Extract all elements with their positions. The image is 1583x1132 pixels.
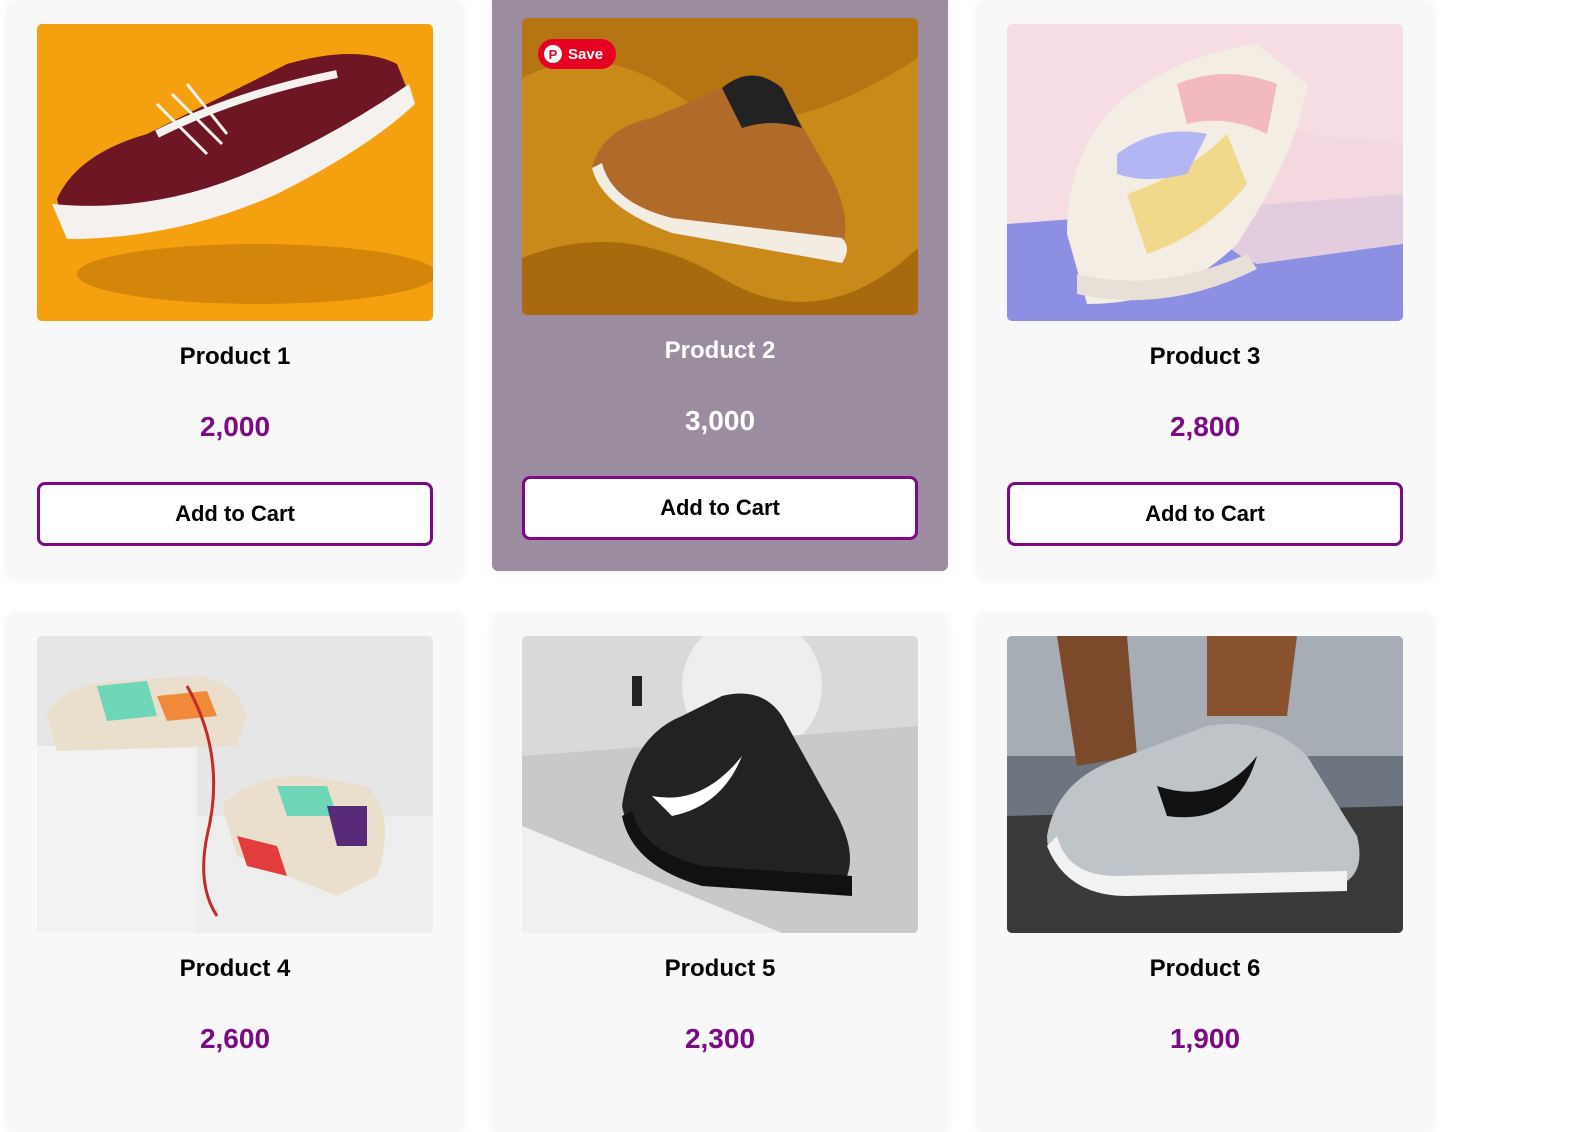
product-price: 2,800 (1169, 411, 1241, 442)
product-card-3[interactable]: Product 3 2,800 Add to Cart (977, 0, 1433, 577)
product-name: Product 2 (664, 337, 776, 364)
product-card-5[interactable]: Product 5 2,300 (492, 612, 948, 1132)
sneaker-image (1007, 24, 1403, 321)
product-image[interactable] (37, 24, 433, 321)
product-price: 2,600 (199, 1023, 271, 1054)
pinterest-icon: P (544, 45, 562, 63)
product-image[interactable] (1007, 636, 1403, 933)
product-price: 3,000 (684, 405, 756, 436)
product-card-2[interactable]: P Save Product 2 3,000 Add to Cart (492, 0, 948, 571)
product-name: Product 5 (664, 955, 776, 982)
product-name: Product 4 (179, 955, 291, 982)
product-card-6[interactable]: Product 6 1,900 (977, 612, 1433, 1132)
add-to-cart-button[interactable]: Add to Cart (522, 476, 918, 540)
sneaker-image (1007, 636, 1403, 933)
product-image[interactable] (522, 636, 918, 933)
product-price: 2,000 (199, 411, 271, 442)
product-image[interactable]: P Save (522, 18, 918, 315)
add-to-cart-button[interactable]: Add to Cart (1007, 482, 1403, 546)
pinterest-save-button[interactable]: P Save (538, 39, 616, 69)
product-name: Product 3 (1149, 343, 1261, 370)
product-name: Product 6 (1149, 955, 1261, 982)
product-image[interactable] (1007, 24, 1403, 321)
sneaker-image (37, 24, 433, 321)
product-price: 1,900 (1169, 1023, 1241, 1054)
product-card-1[interactable]: Product 1 2,000 Add to Cart (7, 0, 463, 577)
add-to-cart-button[interactable]: Add to Cart (37, 482, 433, 546)
product-card-4[interactable]: Product 4 2,600 (7, 612, 463, 1132)
save-label: Save (568, 45, 604, 63)
sneaker-image (522, 636, 918, 933)
sneaker-image (37, 636, 433, 933)
product-price: 2,300 (684, 1023, 756, 1054)
product-name: Product 1 (179, 343, 291, 370)
product-image[interactable] (37, 636, 433, 933)
